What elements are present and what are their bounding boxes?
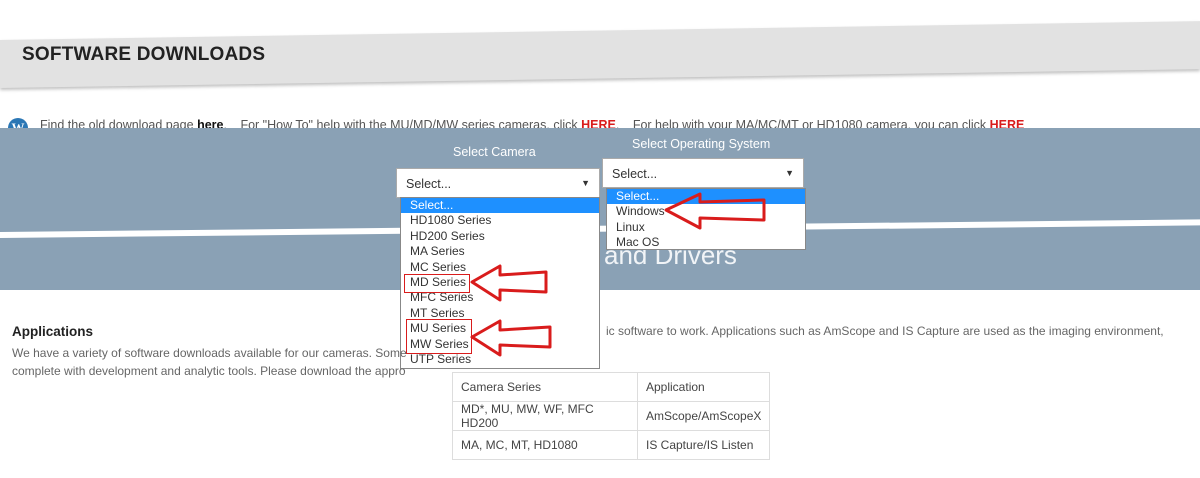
table-header: Camera Series <box>452 372 638 402</box>
camera-option[interactable]: MA Series <box>401 244 599 259</box>
info-line: W Find the old download page here. For "… <box>8 92 1188 138</box>
applications-text-1a: We have a variety of software downloads … <box>12 346 407 360</box>
annotation-arrow-icon <box>664 192 766 230</box>
os-select-label: Select Operating System <box>632 137 771 151</box>
table-cell: MD*, MU, MW, WF, MFC HD200 <box>452 401 638 431</box>
table-cell: MA, MC, MT, HD1080 <box>452 430 638 460</box>
annotation-arrow-icon <box>470 319 552 357</box>
applications-heading: Applications <box>12 324 94 339</box>
table-header-row: Camera Series Application <box>452 372 771 402</box>
applications-text-2: complete with development and analytic t… <box>12 364 406 378</box>
camera-select[interactable]: Select... ▼ <box>396 168 600 198</box>
chevron-down-icon: ▼ <box>581 178 590 188</box>
download-band <box>0 128 1200 290</box>
camera-option[interactable]: HD200 Series <box>401 229 599 244</box>
chevron-down-icon: ▼ <box>785 168 794 178</box>
mu-mw-series-highlight <box>406 319 472 354</box>
table-cell: AmScope/AmScopeX <box>636 401 771 431</box>
os-option[interactable]: Mac OS <box>607 235 805 250</box>
os-select[interactable]: Select... ▼ <box>602 158 804 188</box>
page-title: SOFTWARE DOWNLOADS <box>22 44 266 65</box>
table-row: MD*, MU, MW, WF, MFC HD200 AmScope/AmSco… <box>452 401 771 431</box>
table-cell: IS Capture/IS Listen <box>636 430 771 460</box>
annotation-arrow-icon <box>470 264 548 302</box>
camera-select-value: Select... <box>406 177 452 191</box>
applications-text-1b: ic software to work. Applications such a… <box>606 324 1164 338</box>
camera-option[interactable]: Select... <box>401 198 599 214</box>
camera-option[interactable]: HD1080 Series <box>401 213 599 228</box>
camera-select-label: Select Camera <box>453 145 536 159</box>
os-select-value: Select... <box>612 167 658 181</box>
camera-application-table: Camera Series Application MD*, MU, MW, W… <box>452 372 771 460</box>
md-series-highlight <box>404 274 470 293</box>
table-row: MA, MC, MT, HD1080 IS Capture/IS Listen <box>452 430 771 460</box>
table-header: Application <box>636 372 771 402</box>
